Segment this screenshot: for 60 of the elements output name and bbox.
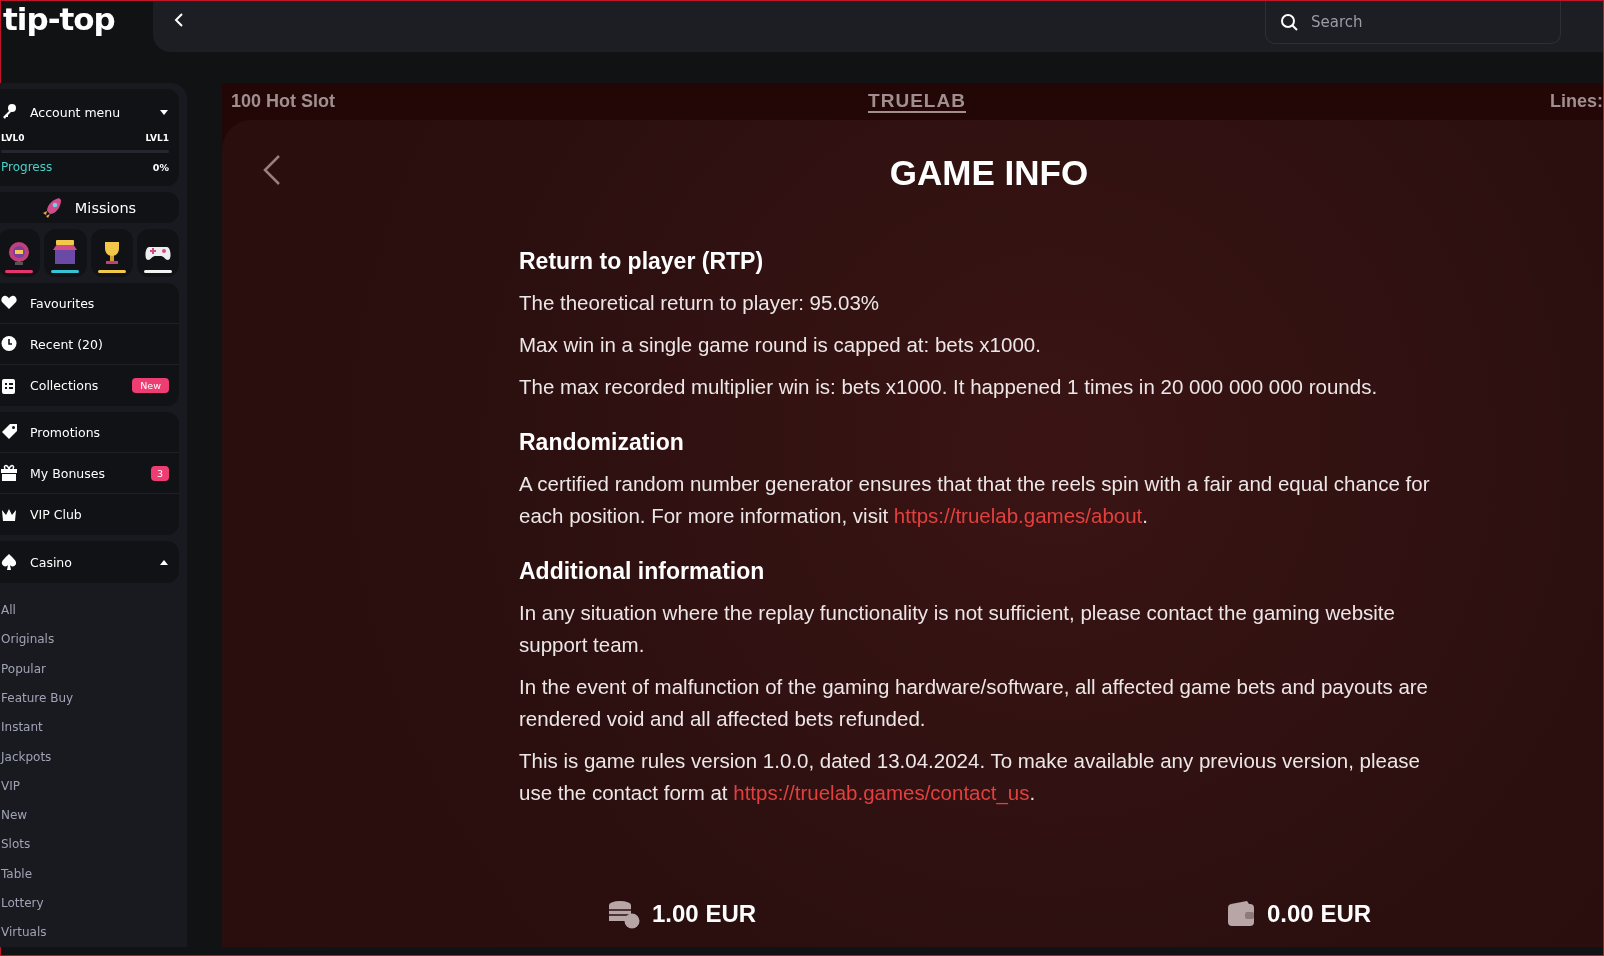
section-heading: Return to player (RTP)	[519, 248, 765, 275]
gift-icon	[1, 464, 18, 483]
paragraph: This is game rules version 1.0.0, dated 13.04.2024. To make available any previous version, please use the contact form at https://truelab.games/contact_us.	[519, 748, 1421, 807]
bet-amount: 1.00 EUR	[652, 900, 757, 928]
store-icon	[52, 240, 79, 266]
chevron-left-icon	[173, 11, 185, 29]
progress-value: 0%	[152, 161, 169, 173]
menu-item[interactable]: Recent (20)	[0, 324, 179, 366]
spade-icon	[1, 553, 18, 572]
menu-item[interactable]: VIP Club	[0, 494, 179, 536]
badge: 3	[150, 465, 169, 481]
menu-item[interactable]: My Bonuses 3	[0, 453, 179, 495]
menu-item[interactable]: Promotions	[0, 412, 179, 454]
shortcut-tile[interactable]	[0, 229, 41, 278]
account-menu-button[interactable]: Account menu	[1, 95, 169, 129]
category-link[interactable]: Table	[0, 859, 187, 889]
section-heading: Additional information	[519, 558, 766, 585]
category-link[interactable]: VIP	[0, 771, 187, 801]
paragraph: A certified random number generator ensures that that the reels spin with a fair and equal chance for each position. For more information, visit https://truelab.games/about.	[519, 471, 1431, 529]
badge: New	[132, 378, 169, 394]
category-link[interactable]: Virtuals	[0, 917, 187, 947]
casino-header[interactable]: Casino	[0, 541, 179, 584]
category-link[interactable]: Jackpots	[0, 741, 187, 772]
wallet-icon	[1227, 900, 1255, 928]
paragraph: The max recorded multiplier win is: bets x1000. It happened 1 times in 20 000 000 000 rounds.	[519, 374, 1379, 400]
link[interactable]: https://truelab.games/about	[893, 504, 1143, 527]
shortcut-tile[interactable]	[44, 229, 87, 278]
shortcut-tile[interactable]	[90, 229, 133, 278]
category-link[interactable]: Feature Buy	[0, 683, 187, 713]
missions-button[interactable]: Missions	[0, 192, 179, 224]
logo[interactable]: tip-top	[1, 1, 153, 37]
page-heading: GAME INFO	[888, 152, 1090, 194]
search-field[interactable]: Search	[1265, 1, 1561, 44]
link[interactable]: https://truelab.games/contact_us	[733, 781, 1030, 804]
category-link[interactable]: All	[0, 595, 187, 625]
search-icon	[1280, 13, 1298, 31]
category-link[interactable]: Originals	[0, 624, 187, 655]
balance-amount: 0.00 EUR	[1267, 900, 1372, 928]
lines-label: Lines:	[1550, 91, 1603, 112]
level-label: LVL0	[1, 133, 25, 143]
category-link[interactable]: Instant	[0, 712, 187, 742]
key-icon	[1, 103, 18, 121]
category-link[interactable]: Slots	[0, 829, 187, 860]
paragraph: In any situation where the replay functionality is not sufficient, please contact the gaming website support team.	[519, 600, 1396, 658]
game-title: 100 Hot Slot	[231, 91, 337, 112]
paragraph: The theoretical return to player: 95.03%	[519, 290, 881, 316]
paragraph: In the event of malfunction of the gaming hardware/software, all affected game bets and payouts are rendered void and all affected bets refunded.	[519, 674, 1429, 732]
level-label: LVL1	[145, 133, 169, 143]
menu-item[interactable]: Collections New	[0, 365, 179, 407]
chevron-left-icon	[262, 154, 282, 186]
category-link[interactable]: New	[0, 800, 187, 830]
category-link[interactable]: Popular	[0, 654, 187, 684]
shortcut-tile[interactable]	[136, 229, 179, 278]
coins-icon	[606, 899, 640, 929]
category-link[interactable]: Lottery	[0, 888, 187, 918]
section-heading: Randomization	[519, 429, 685, 456]
provider-logo: TRUELAB	[868, 90, 966, 113]
progress-label: Progress	[1, 160, 53, 174]
paragraph: Max win in a single game round is capped at: bets x1000.	[519, 332, 1042, 358]
menu-item[interactable]: Favourites	[0, 283, 179, 325]
